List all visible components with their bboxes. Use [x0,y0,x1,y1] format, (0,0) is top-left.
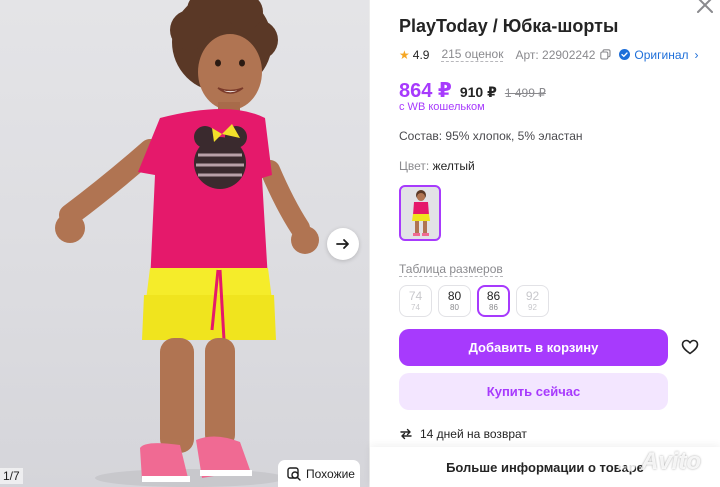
chevron-right-icon: › [694,47,699,62]
return-policy: 14 дней на возврат [399,427,527,441]
size-main-label: 80 [447,288,462,303]
size-table-link[interactable]: Таблица размеров [399,262,503,277]
size-main-label: 92 [525,288,540,303]
size-sub-label: 92 [528,302,537,312]
size-selector: 74 74 80 80 86 86 92 92 [399,285,549,317]
wallet-note: с WB кошельком [399,101,485,113]
close-icon[interactable] [694,0,716,16]
add-to-cart-button[interactable]: Добавить в корзину [399,329,668,366]
copy-icon[interactable] [600,49,611,60]
more-info-button[interactable]: Больше информации о товаре [370,447,720,487]
size-option-80[interactable]: 80 80 [438,285,471,317]
return-arrows-icon [400,428,412,440]
child-photo-illustration [55,0,319,487]
size-option-86[interactable]: 86 86 [477,285,510,317]
size-main-label: 86 [486,288,501,303]
rating-value: 4.9 [412,47,430,62]
similar-label: Похожие [306,466,355,481]
size-option-74[interactable]: 74 74 [399,285,432,317]
next-photo-button[interactable] [327,228,359,260]
wallet-price: 864 ₽ [399,80,452,102]
regular-price: 910 ₽ [459,84,497,100]
color-label: Цвет: [399,159,430,173]
heart-icon[interactable] [681,338,699,356]
composition-text: Состав: 95% хлопок, 5% эластан [399,129,583,143]
verified-icon [619,49,631,60]
similar-search-icon [287,466,301,481]
photo-counter: 1/7 [0,468,23,484]
product-photo[interactable]: 1/7 Похожие [0,0,369,487]
size-main-label: 74 [408,288,423,303]
color-value: желтый [432,159,475,173]
size-sub-label: 86 [489,302,498,312]
size-sub-label: 80 [450,302,459,312]
return-policy-label: 14 дней на возврат [420,427,527,441]
price-row: 864 ₽ 910 ₽ 1 499 ₽ [399,78,546,103]
old-price: 1 499 ₽ [504,86,546,100]
similar-button[interactable]: Похожие [278,460,360,487]
product-title: PlayToday / Юбка-шорты [399,16,619,36]
size-option-92[interactable]: 92 92 [516,285,549,317]
original-badge[interactable]: Оригинал › [619,47,699,62]
color-variant-thumbnail[interactable] [399,185,441,241]
product-info-panel: PlayToday / Юбка-шорты ★ 4.9 215 оценок … [370,0,720,487]
buy-now-button[interactable]: Купить сейчас [399,373,668,410]
original-label: Оригинал [634,47,689,62]
thumbnail-image [412,190,430,236]
size-sub-label: 74 [411,302,420,312]
article-number: Арт: 22902242 [515,47,596,62]
reviews-link[interactable]: 215 оценок [441,47,504,62]
star-icon: ★ [399,47,410,62]
product-meta: ★ 4.9 215 оценок Арт: 22902242 Оригинал … [399,47,699,62]
product-card: 1/7 Похожие PlayToday / Юбка-шорты ★ 4.9… [0,0,720,487]
color-line: Цвет: желтый [399,159,475,173]
arrow-right-icon [336,239,349,249]
